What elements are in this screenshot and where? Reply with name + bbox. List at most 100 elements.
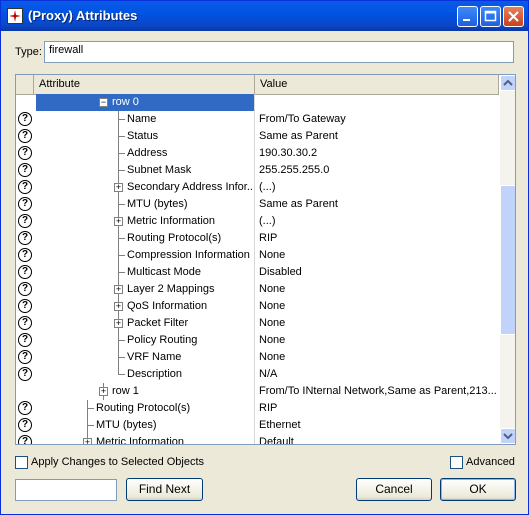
grid-row[interactable]: ? + Secondary Address Infor... (...)	[16, 179, 499, 196]
attribute-name[interactable]: Metric Information	[127, 213, 252, 230]
scroll-up-button[interactable]	[500, 75, 515, 91]
expand-icon[interactable]: +	[99, 387, 108, 396]
grid-row[interactable]: ? MTU (bytes) Same as Parent	[16, 196, 499, 213]
attribute-value[interactable]: None	[259, 332, 497, 349]
grid-row[interactable]: ? Policy Routing None	[16, 332, 499, 349]
attribute-value[interactable]: None	[259, 349, 497, 366]
find-input[interactable]	[15, 479, 117, 501]
attribute-name[interactable]: Compression Information	[127, 247, 252, 264]
grid-row[interactable]: ? VRF Name None	[16, 349, 499, 366]
expand-icon[interactable]: +	[83, 438, 92, 444]
attribute-value[interactable]: From/To INternal Network,Same as Parent,…	[259, 383, 497, 400]
attribute-value[interactable]: N/A	[259, 366, 497, 383]
vertical-scrollbar[interactable]	[500, 75, 515, 444]
attribute-value[interactable]: Same as Parent	[259, 196, 497, 213]
expand-icon[interactable]: +	[114, 183, 123, 192]
attribute-value[interactable]: None	[259, 315, 497, 332]
attribute-name[interactable]: Metric Information	[96, 434, 252, 444]
help-icon[interactable]: ?	[18, 163, 32, 177]
help-icon[interactable]: ?	[18, 248, 32, 262]
help-icon[interactable]: ?	[18, 350, 32, 364]
grid-row[interactable]: ? Multicast Mode Disabled	[16, 264, 499, 281]
attribute-name[interactable]: MTU (bytes)	[127, 196, 252, 213]
attribute-value[interactable]	[259, 94, 497, 111]
apply-changes-checkbox[interactable]	[15, 456, 28, 469]
grid-row[interactable]: ? + Metric Information Default	[16, 434, 499, 444]
type-field[interactable]: firewall	[44, 41, 514, 63]
ok-button[interactable]: OK	[440, 478, 516, 501]
close-button[interactable]	[503, 6, 524, 27]
header-attribute[interactable]: Attribute	[34, 75, 255, 94]
attribute-name[interactable]: Multicast Mode	[127, 264, 252, 281]
help-icon[interactable]: ?	[18, 197, 32, 211]
attribute-name[interactable]: QoS Information	[127, 298, 252, 315]
attribute-value[interactable]: (...)	[259, 179, 497, 196]
title-bar[interactable]: (Proxy) Attributes	[1, 1, 528, 31]
grid-row[interactable]: + row 1 From/To INternal Network,Same as P…	[16, 383, 499, 400]
help-icon[interactable]: ?	[18, 265, 32, 279]
attribute-name[interactable]: Policy Routing	[127, 332, 252, 349]
attribute-value[interactable]: RIP	[259, 400, 497, 417]
grid-row[interactable]: ? + QoS Information None	[16, 298, 499, 315]
advanced-checkbox[interactable]	[450, 456, 463, 469]
attribute-name[interactable]: Address	[127, 145, 252, 162]
find-next-button[interactable]: Find Next	[126, 478, 203, 501]
attribute-name[interactable]: row 1	[112, 383, 252, 400]
attribute-value[interactable]: 255.255.255.0	[259, 162, 497, 179]
grid-row[interactable]: ? + Layer 2 Mappings None	[16, 281, 499, 298]
grid-row[interactable]: ? + Packet Filter None	[16, 315, 499, 332]
help-icon[interactable]: ?	[18, 333, 32, 347]
grid-row[interactable]: ? Routing Protocol(s) RIP	[16, 230, 499, 247]
attribute-name[interactable]: VRF Name	[127, 349, 252, 366]
scroll-thumb[interactable]	[500, 185, 515, 335]
grid-row[interactable]: ? Description N/A	[16, 366, 499, 383]
attribute-name[interactable]: Subnet Mask	[127, 162, 252, 179]
attribute-value[interactable]: 190.30.30.2	[259, 145, 497, 162]
attribute-value[interactable]: Disabled	[259, 264, 497, 281]
help-icon[interactable]: ?	[18, 401, 32, 415]
scroll-down-button[interactable]	[500, 428, 515, 444]
attribute-value[interactable]: None	[259, 247, 497, 264]
collapse-icon[interactable]: −	[99, 98, 108, 107]
help-icon[interactable]: ?	[18, 129, 32, 143]
grid-row[interactable]: ? Name From/To Gateway	[16, 111, 499, 128]
attribute-name[interactable]: MTU (bytes)	[96, 417, 252, 434]
attribute-value[interactable]: (...)	[259, 213, 497, 230]
help-icon[interactable]: ?	[18, 299, 32, 313]
help-icon[interactable]: ?	[18, 112, 32, 126]
grid-row[interactable]: ? MTU (bytes) Ethernet	[16, 417, 499, 434]
attribute-name[interactable]: Layer 2 Mappings	[127, 281, 252, 298]
help-icon[interactable]: ?	[18, 418, 32, 432]
attribute-value[interactable]: None	[259, 298, 497, 315]
apply-changes-label[interactable]: Apply Changes to Selected Objects	[31, 456, 204, 468]
attribute-value[interactable]: Ethernet	[259, 417, 497, 434]
attribute-name[interactable]: Packet Filter	[127, 315, 252, 332]
help-icon[interactable]: ?	[18, 214, 32, 228]
expand-icon[interactable]: +	[114, 319, 123, 328]
attribute-name[interactable]: Name	[127, 111, 252, 128]
attribute-name[interactable]: Description	[127, 366, 252, 383]
grid-row[interactable]: ? Compression Information None	[16, 247, 499, 264]
maximize-button[interactable]	[480, 6, 501, 27]
help-icon[interactable]: ?	[18, 282, 32, 296]
attribute-value[interactable]: None	[259, 281, 497, 298]
attribute-name[interactable]: row 0	[36, 94, 254, 111]
help-icon[interactable]: ?	[18, 316, 32, 330]
advanced-label[interactable]: Advanced	[466, 456, 515, 468]
attribute-name[interactable]: Status	[127, 128, 252, 145]
grid-row[interactable]: ? Address 190.30.30.2	[16, 145, 499, 162]
attribute-value[interactable]: From/To Gateway	[259, 111, 497, 128]
help-icon[interactable]: ?	[18, 180, 32, 194]
help-icon[interactable]: ?	[18, 146, 32, 160]
attribute-value[interactable]: Same as Parent	[259, 128, 497, 145]
help-icon[interactable]: ?	[18, 435, 32, 444]
header-value[interactable]: Value	[255, 75, 499, 94]
attribute-name[interactable]: Routing Protocol(s)	[96, 400, 252, 417]
attribute-value[interactable]: RIP	[259, 230, 497, 247]
grid-row[interactable]: ? Routing Protocol(s) RIP	[16, 400, 499, 417]
grid-row[interactable]: ? + Metric Information (...)	[16, 213, 499, 230]
expand-icon[interactable]: +	[114, 285, 123, 294]
expand-icon[interactable]: +	[114, 217, 123, 226]
expand-icon[interactable]: +	[114, 302, 123, 311]
grid-row[interactable]: − row 0	[16, 94, 499, 111]
